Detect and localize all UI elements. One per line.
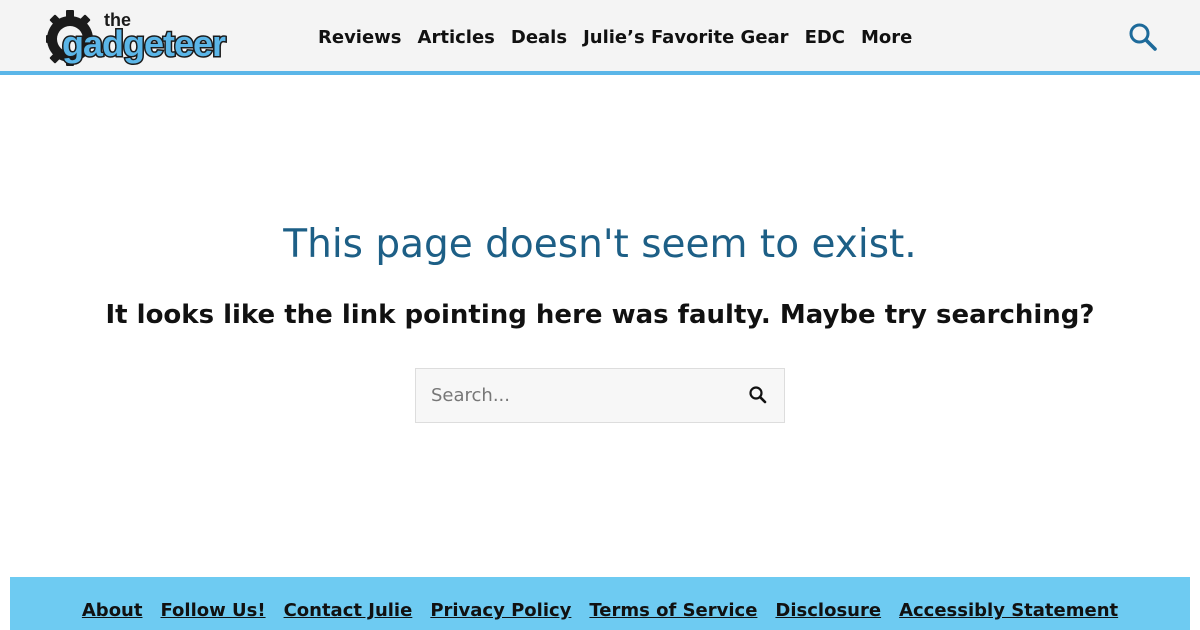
footer-link-disclosure[interactable]: Disclosure <box>775 600 881 621</box>
search-input[interactable] <box>416 369 734 422</box>
nav-item-more[interactable]: More <box>861 27 912 48</box>
footer-link-follow-us[interactable]: Follow Us! <box>160 600 265 621</box>
search-form <box>415 368 785 423</box>
nav-item-articles[interactable]: Articles <box>418 27 495 48</box>
nav-item-deals[interactable]: Deals <box>511 27 567 48</box>
nav-item-favorite-gear[interactable]: Julie’s Favorite Gear <box>583 27 789 48</box>
footer-link-terms-of-service[interactable]: Terms of Service <box>589 600 757 621</box>
nav-item-reviews[interactable]: Reviews <box>318 27 402 48</box>
site-logo[interactable]: the gadgeteer <box>46 6 262 66</box>
search-icon <box>1129 23 1157 51</box>
header-divider <box>0 71 1200 75</box>
search-submit-button[interactable] <box>746 383 772 409</box>
footer-link-privacy-policy[interactable]: Privacy Policy <box>430 600 571 621</box>
page-subtitle: It looks like the link pointing here was… <box>105 300 1095 330</box>
footer-link-contact[interactable]: Contact Julie <box>284 600 413 621</box>
page-title: This page doesn't seem to exist. <box>283 222 917 267</box>
search-icon <box>749 386 767 404</box>
footer-link-accessibility[interactable]: Accessibly Statement <box>899 600 1118 621</box>
nav-item-edc[interactable]: EDC <box>805 27 845 48</box>
site-footer: About Follow Us! Contact Julie Privacy P… <box>10 577 1190 630</box>
site-header: the gadgeteer Reviews Articles Deals Jul… <box>0 0 1200 71</box>
main-nav: Reviews Articles Deals Julie’s Favorite … <box>318 24 912 50</box>
footer-links: About Follow Us! Contact Julie Privacy P… <box>10 600 1190 621</box>
footer-link-about[interactable]: About <box>82 600 143 621</box>
header-search-button[interactable] <box>1127 21 1159 53</box>
logo-main-text: gadgeteer <box>62 23 226 64</box>
